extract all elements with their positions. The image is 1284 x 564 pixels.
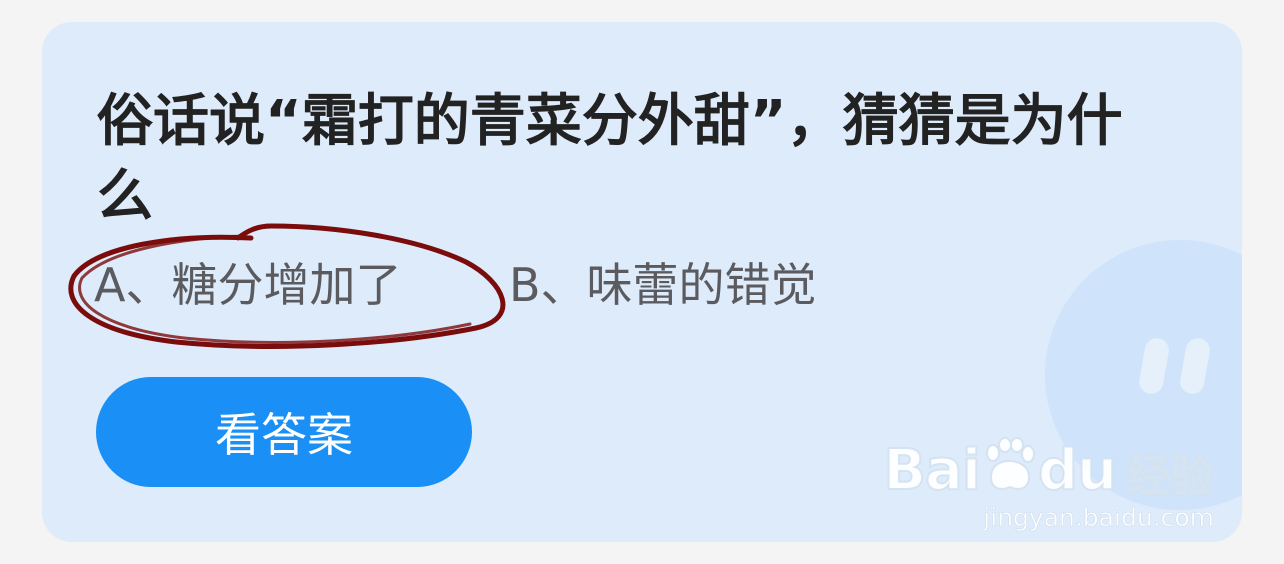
watermark-brand-left: Bai — [882, 438, 982, 503]
quiz-card: 俗话说“霜打的青菜分外甜”，猜猜是为什么 A、糖分增加了 B、味蕾的错觉 看答案… — [42, 22, 1242, 542]
watermark-url: jingyan.baidu.com — [983, 503, 1214, 533]
watermark-product: 经验 — [1125, 451, 1215, 502]
show-answer-button[interactable]: 看答案 — [96, 377, 472, 487]
question-title: 俗话说“霜打的青菜分外甜”，猜猜是为什么 — [97, 89, 1123, 229]
mascot-right-eye — [1178, 336, 1212, 396]
option-a[interactable]: A、糖分增加了 — [94, 255, 401, 315]
watermark-brand-right: du — [1037, 438, 1118, 503]
option-b[interactable]: B、味蕾的错觉 — [509, 255, 817, 315]
baidu-jingyan-watermark: Bai du 经验 jingyan.baidu.com — [882, 437, 1215, 533]
mascot-left-eye — [1137, 336, 1171, 396]
paw-icon — [986, 437, 1036, 490]
options-row: A、糖分增加了 B、味蕾的错觉 — [94, 255, 994, 315]
